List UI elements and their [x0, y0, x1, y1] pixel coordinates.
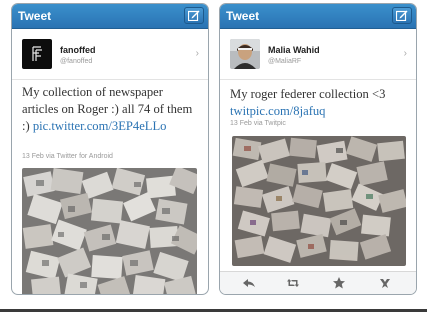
bottom-divider: [0, 309, 427, 312]
tweet-link[interactable]: twitpic.com/8jafuq: [230, 104, 325, 118]
tweet-author-row[interactable]: Malia Wahid @MaliaRF ›: [220, 29, 416, 80]
chevron-right-icon[interactable]: ›: [196, 48, 199, 59]
header-title: Tweet: [226, 9, 260, 23]
more-icon[interactable]: [378, 276, 392, 290]
tweet-author-row[interactable]: fanoffed @fanoffed ›: [12, 29, 208, 80]
user-handle: @MaliaRF: [268, 58, 302, 65]
compose-button[interactable]: [392, 7, 412, 24]
tweet-body: My roger federer collection <3: [230, 87, 386, 101]
tweet-photo[interactable]: [22, 168, 197, 294]
user-name[interactable]: Malia Wahid: [268, 45, 320, 55]
tweet-meta: 13 Feb via Twitpic: [230, 120, 286, 127]
user-name[interactable]: fanoffed: [60, 45, 96, 55]
tweet-meta: 13 Feb via Twitter for Android: [22, 153, 113, 160]
tweet-link[interactable]: pic.twitter.com/3EP4eLLo: [33, 119, 167, 133]
tweet-action-bar: [220, 271, 416, 294]
tweet-photo[interactable]: [232, 136, 406, 266]
tweet-panel-2: Tweet Malia Wahid @MaliaRF › My roger fe…: [219, 3, 417, 295]
avatar[interactable]: [230, 39, 260, 69]
reply-icon[interactable]: [242, 276, 256, 290]
tweet-header-bar: Tweet: [220, 4, 416, 29]
retweet-icon[interactable]: [286, 276, 300, 290]
tweet-header-bar: Tweet: [12, 4, 208, 29]
compose-icon: [396, 10, 408, 21]
tweet-panel-1: Tweet fanoffed @fanoffed › My collection…: [11, 3, 209, 295]
tweet-text: My roger federer collection <3 twitpic.c…: [230, 86, 410, 120]
user-handle: @fanoffed: [60, 58, 93, 65]
compose-button[interactable]: [184, 7, 204, 24]
favorite-star-icon[interactable]: [332, 276, 346, 290]
compose-icon: [188, 10, 200, 21]
chevron-right-icon[interactable]: ›: [404, 48, 407, 59]
header-title: Tweet: [18, 9, 52, 23]
avatar[interactable]: [22, 39, 52, 69]
tweet-text: My collection of newspaper articles on R…: [22, 84, 200, 135]
